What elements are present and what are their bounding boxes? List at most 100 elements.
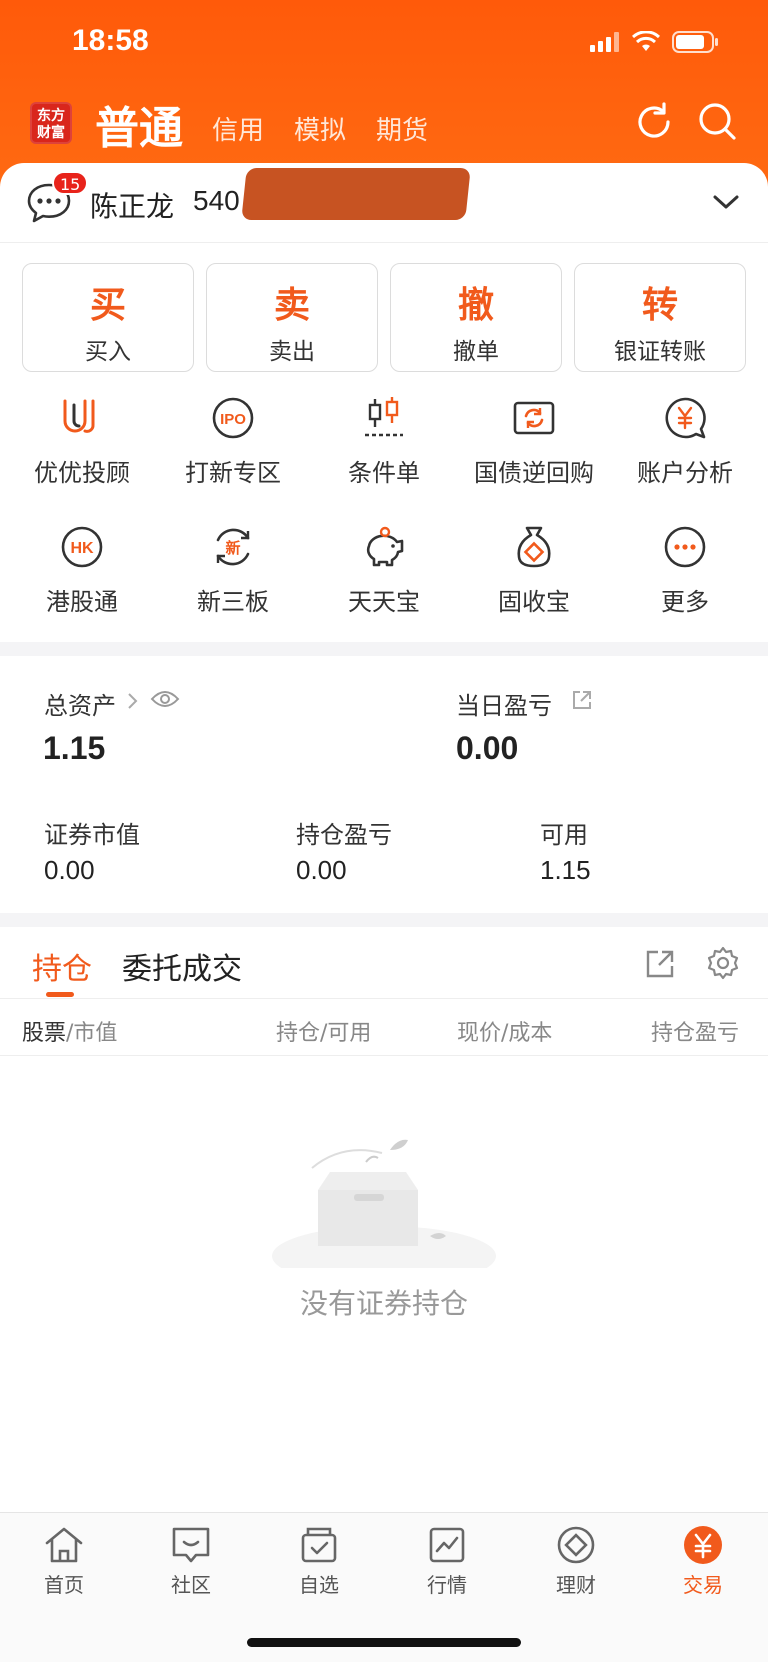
nav-label: 首页 [44,1573,84,1597]
bank-transfer-button[interactable]: 转 银证转账 [574,263,746,372]
nav-watchlist[interactable]: 自选 [259,1525,379,1598]
active-tab-indicator [46,992,74,997]
yuan-chat-icon [665,397,706,439]
grid-label: 港股通 [46,588,118,616]
buy-label: 买入 [85,339,131,365]
grid-label: 天天宝 [348,588,420,616]
grid-item-ipo[interactable]: IPO 打新专区 [158,395,308,488]
community-icon [172,1527,210,1563]
redacted-mask [241,168,471,220]
chevron-right-icon[interactable] [126,690,140,712]
chevron-down-icon[interactable] [712,191,740,213]
transfer-glyph: 转 [641,285,678,326]
wealth-icon [557,1526,595,1564]
external-link-icon[interactable] [570,688,594,712]
youyou-icon [63,399,95,433]
refresh-icon[interactable] [632,100,676,144]
buy-glyph: 买 [89,285,126,326]
home-indicator [247,1638,521,1647]
grid-item-new-third-board[interactable]: 新 新三板 [158,524,308,617]
grid-item-hk-connect[interactable]: HK 港股通 [7,524,157,617]
col-price[interactable]: 现价/成本 [457,1015,552,1047]
col-stock[interactable]: 股票/市值 [22,1015,117,1047]
account-name: 陈正龙 [90,190,175,223]
grid-label: 账户分析 [637,459,733,487]
sell-label: 卖出 [269,339,315,365]
account-id: 540 [193,185,240,216]
sell-button[interactable]: 卖 卖出 [206,263,378,372]
grid-label: 新三板 [197,588,269,616]
hk-icon: HK [61,526,103,568]
market-icon [429,1527,465,1563]
nav-home[interactable]: 首页 [4,1525,124,1598]
watchlist-icon [301,1527,337,1563]
nav-label: 行情 [427,1573,467,1597]
nav-label: 自选 [299,1573,339,1597]
new-board-icon: 新 [216,528,250,566]
app-logo[interactable]: 东方 财富 [30,102,72,144]
svg-text:新: 新 [225,539,240,557]
cancel-label: 撤单 [453,339,499,365]
grid-item-reverse-repo[interactable]: 国债逆回购 [459,395,609,488]
home-icon [45,1527,83,1563]
tab-normal[interactable]: 普通 [95,92,183,156]
svg-text:IPO: IPO [220,411,246,428]
status-icons [590,30,720,54]
empty-positions-text: 没有证券持仓 [299,1287,468,1320]
signal-icon [590,32,619,52]
total-assets-value: 1.15 [43,730,106,766]
tab-futures[interactable]: 期货 [376,110,428,147]
nav-community[interactable]: 社区 [131,1525,251,1598]
status-time: 18:58 [72,24,149,57]
empty-box-illustration [272,1139,496,1268]
grid-item-tiantianbao[interactable]: 天天宝 [309,524,459,617]
daily-pl-value: 0.00 [456,730,519,766]
market-value-label: 证券市值 [44,821,140,849]
holding-pl-value: 0.00 [296,855,347,885]
nav-wealth[interactable]: 理财 [516,1525,636,1598]
daily-pl-label[interactable]: 当日盈亏 [456,686,552,721]
grid-item-gushoubao[interactable]: 固收宝 [459,524,609,617]
total-assets-label[interactable]: 总资产 [44,686,116,721]
gear-icon[interactable] [706,946,740,980]
grid-label: 更多 [661,588,709,616]
nav-label: 交易 [683,1573,723,1597]
tab-positions[interactable]: 持仓 [32,944,92,988]
battery-icon [672,31,718,53]
tab-credit[interactable]: 信用 [212,110,264,147]
svg-text:HK: HK [70,540,94,557]
cancel-order-button[interactable]: 撤 撤单 [390,263,562,372]
nav-trade[interactable]: 交易 [643,1525,763,1598]
col-holding-pl[interactable]: 持仓盈亏 [651,1015,768,1047]
grid-label: 条件单 [348,459,420,487]
grid-item-condition-order[interactable]: 条件单 [309,395,459,488]
available-label: 可用 [540,821,588,849]
share-icon[interactable] [644,948,676,980]
money-bag-icon [517,526,551,568]
tab-orders-trades[interactable]: 委托成交 [122,944,242,988]
nav-market[interactable]: 行情 [387,1525,507,1598]
nav-label: 理财 [556,1573,596,1597]
cancel-glyph: 撤 [457,285,494,326]
transfer-label: 银证转账 [614,339,706,365]
tab-simulated[interactable]: 模拟 [294,110,346,147]
app-header: 18:58 东方 财富 普通 信用 模拟 期货 [0,0,768,190]
available-value: 1.15 [540,855,591,885]
buy-button[interactable]: 买 买入 [22,263,194,372]
holding-pl-label: 持仓盈亏 [296,821,392,849]
grid-label: 国债逆回购 [474,459,594,487]
repo-icon [513,401,555,435]
search-icon[interactable] [696,100,740,144]
grid-item-account-analysis[interactable]: 账户分析 [610,395,760,488]
trade-yuan-icon [684,1526,722,1564]
message-badge: 15 [52,171,89,195]
section-divider [0,913,768,927]
sell-glyph: 卖 [273,285,310,326]
col-holding[interactable]: 持仓/可用 [276,1015,371,1047]
grid-item-youyou[interactable]: 优优投顾 [7,395,157,488]
grid-item-more[interactable]: 更多 [610,524,760,617]
eye-icon[interactable] [150,688,180,710]
market-value: 0.00 [44,855,95,885]
grid-label: 固收宝 [498,588,570,616]
grid-label: 优优投顾 [34,459,130,487]
